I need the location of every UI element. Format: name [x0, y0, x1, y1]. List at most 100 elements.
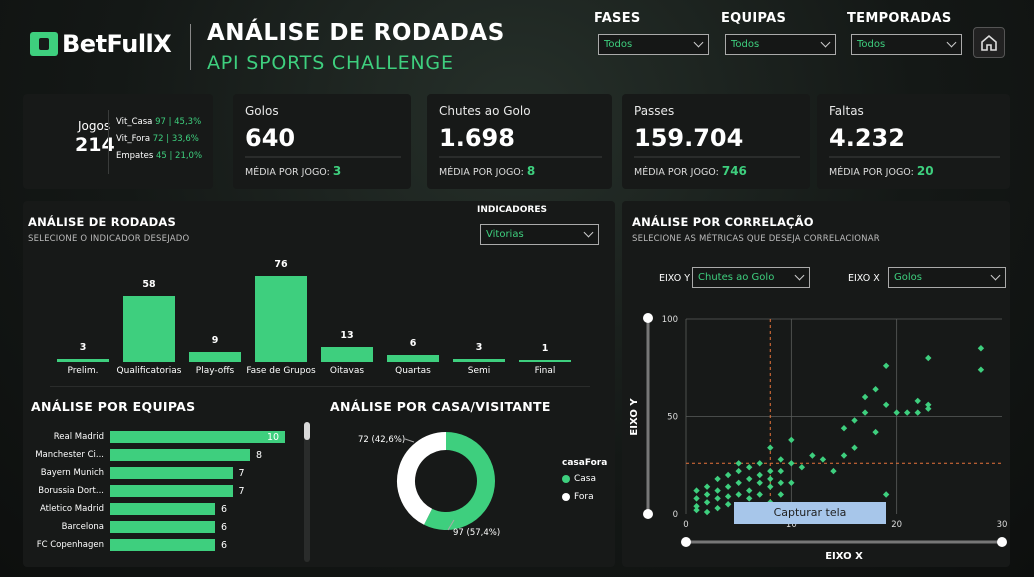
- scatter-point[interactable]: [703, 483, 711, 490]
- scatter-point[interactable]: [777, 456, 784, 463]
- rounds-bar[interactable]: [123, 296, 175, 362]
- scatter-point[interactable]: [798, 464, 806, 471]
- scatter-point[interactable]: [746, 475, 753, 483]
- rounds-bar[interactable]: [255, 276, 307, 362]
- team-bar[interactable]: [110, 503, 215, 515]
- filter-equipas-dropdown[interactable]: Todos: [725, 34, 836, 55]
- rounds-bar-category: Play-offs: [195, 366, 235, 376]
- eixo-x-dropdown[interactable]: Golos: [888, 267, 1006, 288]
- scatter-point[interactable]: [777, 467, 784, 475]
- scatter-point[interactable]: [914, 397, 921, 405]
- filter-temporadas-dropdown[interactable]: Todos: [851, 34, 962, 55]
- kpi-divider: [634, 156, 800, 158]
- scatter-point[interactable]: [777, 491, 784, 498]
- scatter-point[interactable]: [703, 499, 711, 506]
- scatter-point[interactable]: [925, 401, 932, 408]
- rounds-bar[interactable]: [387, 355, 439, 362]
- scatter-point[interactable]: [693, 503, 700, 510]
- scatter-point[interactable]: [914, 409, 921, 416]
- scatter-point[interactable]: [767, 483, 774, 490]
- x-range-slider-handle[interactable]: [681, 537, 691, 547]
- teams-scrollbar[interactable]: [304, 422, 310, 562]
- scatter-point[interactable]: [904, 409, 911, 416]
- scatter-point[interactable]: [872, 428, 879, 436]
- rounds-bar[interactable]: [519, 360, 571, 362]
- donut-slice-fora[interactable]: [397, 432, 447, 525]
- scatter-point[interactable]: [882, 401, 890, 408]
- scatter-point[interactable]: [788, 436, 795, 444]
- home-button[interactable]: [973, 27, 1005, 58]
- scatter-point[interactable]: [735, 467, 742, 475]
- scatter-point[interactable]: [724, 471, 732, 479]
- scatter-point[interactable]: [693, 487, 700, 494]
- scatter-point[interactable]: [756, 460, 763, 467]
- kpi-chutes-avg: MÉDIA POR JOGO: 8: [439, 164, 535, 178]
- scatter-point[interactable]: [767, 475, 774, 483]
- rounds-bar[interactable]: [189, 351, 241, 362]
- scatter-point[interactable]: [714, 487, 721, 494]
- scatter-point[interactable]: [861, 393, 869, 401]
- scatter-point[interactable]: [840, 452, 848, 459]
- team-bar[interactable]: [110, 431, 285, 443]
- scatter-point[interactable]: [714, 475, 721, 483]
- scatter-point[interactable]: [714, 504, 721, 512]
- kpi-empates-value: 45 | 21,0%: [155, 151, 203, 161]
- x-range-slider-handle[interactable]: [997, 537, 1007, 547]
- y-range-slider-handle[interactable]: [643, 509, 653, 519]
- eixo-y-dropdown[interactable]: Chutes ao Golo: [692, 267, 810, 288]
- indicator-dropdown[interactable]: Vitorias: [480, 224, 599, 245]
- capture-button[interactable]: Capturar tela: [734, 502, 886, 524]
- rounds-bar[interactable]: [321, 347, 373, 362]
- scatter-point[interactable]: [735, 479, 742, 486]
- scatter-point[interactable]: [735, 460, 742, 467]
- scatter-point[interactable]: [724, 493, 732, 500]
- scatter-point[interactable]: [714, 495, 721, 502]
- scatter-point[interactable]: [756, 479, 763, 486]
- team-bar[interactable]: [110, 521, 215, 533]
- filter-fases-dropdown[interactable]: Todos: [598, 34, 709, 55]
- y-range-slider-handle[interactable]: [643, 313, 653, 323]
- scatter-point[interactable]: [735, 491, 742, 498]
- scatter-point[interactable]: [861, 409, 869, 416]
- scatter-point[interactable]: [851, 444, 858, 451]
- scatter-point[interactable]: [788, 479, 795, 486]
- rounds-bar[interactable]: [453, 358, 505, 362]
- team-bar[interactable]: [110, 449, 250, 461]
- scatter-point[interactable]: [872, 386, 879, 393]
- scatter-point[interactable]: [809, 452, 816, 459]
- scatter-point[interactable]: [703, 508, 711, 516]
- rounds-bar-value: 6: [409, 338, 417, 350]
- scatter-point[interactable]: [767, 444, 774, 451]
- scatter-point[interactable]: [882, 362, 890, 369]
- scatter-point[interactable]: [882, 491, 890, 498]
- scatter-point[interactable]: [819, 456, 827, 463]
- scatter-point[interactable]: [977, 345, 985, 352]
- team-bar[interactable]: [110, 467, 233, 479]
- team-bar[interactable]: [110, 485, 233, 497]
- teams-scrollbar-thumb[interactable]: [304, 422, 310, 440]
- eixo-y-value: Chutes ao Golo: [698, 272, 775, 283]
- team-bar[interactable]: [110, 539, 215, 551]
- chevron-down-icon: [583, 227, 594, 238]
- scatter-point[interactable]: [767, 467, 774, 475]
- scatter-point[interactable]: [756, 491, 763, 498]
- scatter-point[interactable]: [756, 471, 763, 479]
- scatter-point[interactable]: [746, 495, 753, 502]
- scatter-point[interactable]: [777, 479, 784, 486]
- rounds-bar[interactable]: [57, 358, 109, 362]
- scatter-point[interactable]: [746, 464, 753, 471]
- scatter-point[interactable]: [724, 501, 732, 508]
- scatter-point[interactable]: [893, 409, 900, 416]
- donut-slice-casa[interactable]: [424, 432, 495, 530]
- scatter-point[interactable]: [851, 417, 858, 424]
- scatter-point[interactable]: [840, 425, 848, 432]
- scatter-point[interactable]: [925, 354, 932, 362]
- scatter-point[interactable]: [830, 467, 837, 475]
- scatter-point[interactable]: [746, 487, 753, 494]
- scatter-point[interactable]: [788, 460, 795, 467]
- filter-equipas-value: Todos: [731, 39, 760, 50]
- scatter-point[interactable]: [977, 366, 985, 373]
- scatter-point[interactable]: [693, 495, 700, 502]
- scatter-point[interactable]: [724, 483, 732, 490]
- scatter-point[interactable]: [703, 491, 711, 498]
